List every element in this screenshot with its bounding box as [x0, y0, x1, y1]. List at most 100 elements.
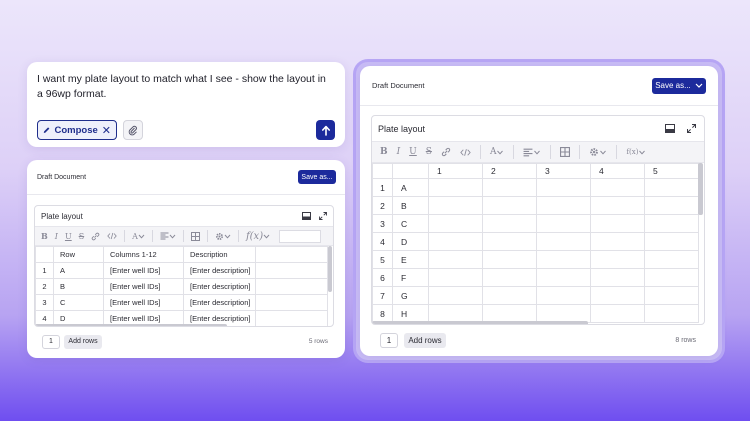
table-cell[interactable]: C [53, 294, 104, 311]
column-header[interactable]: Description [183, 246, 256, 263]
well-cell[interactable] [644, 196, 699, 215]
column-header[interactable]: Columns 1-12 [103, 246, 184, 263]
code-icon[interactable] [107, 232, 117, 240]
column-header[interactable]: 4 [590, 163, 645, 179]
table-cell[interactable]: [Enter well IDs] [103, 294, 184, 311]
well-cell[interactable] [644, 232, 699, 251]
expand-icon[interactable] [319, 212, 327, 220]
well-cell[interactable] [536, 268, 591, 287]
table-icon[interactable] [190, 231, 200, 241]
empty-cell[interactable] [255, 262, 328, 279]
page-number-input[interactable]: 1 [380, 332, 398, 348]
well-cell[interactable] [482, 232, 537, 251]
well-cell[interactable] [428, 286, 483, 305]
horizontal-scrollbar[interactable] [372, 321, 588, 324]
compose-chip[interactable]: Compose ✕ [37, 120, 117, 140]
well-cell[interactable] [644, 214, 699, 233]
align-dropdown[interactable] [160, 232, 176, 240]
row-label-cell[interactable]: F [392, 268, 429, 287]
table-cell[interactable]: [Enter description] [183, 278, 256, 295]
vertical-scrollbar[interactable] [328, 246, 332, 292]
row-label-cell[interactable]: A [392, 178, 429, 197]
page-number-input[interactable]: 1 [42, 334, 60, 349]
formula-input[interactable] [279, 229, 322, 243]
vertical-scrollbar[interactable] [698, 163, 703, 215]
link-icon[interactable] [441, 147, 451, 157]
row-label-cell[interactable]: E [392, 250, 429, 269]
italic-button[interactable]: I [397, 147, 401, 157]
row-label-cell[interactable]: B [392, 196, 429, 215]
well-cell[interactable] [428, 214, 483, 233]
table-cell[interactable]: A [53, 262, 104, 279]
well-cell[interactable] [536, 178, 591, 197]
italic-button[interactable]: I [55, 232, 58, 241]
empty-cell[interactable] [255, 294, 328, 311]
row-label-cell[interactable]: G [392, 286, 429, 305]
well-cell[interactable] [428, 196, 483, 215]
strikethrough-button[interactable]: S [79, 232, 84, 241]
well-cell[interactable] [590, 250, 645, 269]
column-header[interactable]: 5 [644, 163, 699, 179]
column-header[interactable] [392, 163, 429, 179]
horizontal-scrollbar[interactable] [35, 324, 227, 326]
well-cell[interactable] [536, 214, 591, 233]
well-cell[interactable] [482, 268, 537, 287]
well-cell[interactable] [482, 196, 537, 215]
table-cell[interactable]: [Enter well IDs] [103, 278, 184, 295]
well-cell[interactable] [590, 232, 645, 251]
well-cell[interactable] [644, 250, 699, 269]
column-header[interactable]: 1 [428, 163, 483, 179]
well-cell[interactable] [590, 286, 645, 305]
add-rows-button[interactable]: Add rows [64, 334, 102, 349]
well-cell[interactable] [428, 268, 483, 287]
bold-button[interactable]: B [380, 147, 388, 157]
settings-dropdown[interactable] [215, 232, 231, 241]
column-header[interactable]: Row [53, 246, 104, 263]
well-cell[interactable] [482, 250, 537, 269]
well-cell[interactable] [536, 250, 591, 269]
link-icon[interactable] [91, 232, 100, 241]
well-cell[interactable] [590, 214, 645, 233]
strikethrough-button[interactable]: S [426, 147, 432, 157]
function-button[interactable]: f(x) [626, 148, 646, 156]
panel-toggle-icon[interactable] [665, 124, 675, 133]
well-cell[interactable] [644, 178, 699, 197]
empty-cell[interactable] [255, 246, 328, 263]
well-cell[interactable] [482, 286, 537, 305]
well-cell[interactable] [644, 268, 699, 287]
well-cell[interactable] [428, 304, 483, 323]
save-as-button[interactable]: Save as... [298, 170, 336, 184]
add-rows-button[interactable]: Add rows [404, 332, 446, 348]
underline-button[interactable]: U [409, 147, 417, 157]
table-cell[interactable]: [Enter well IDs] [103, 262, 184, 279]
well-cell[interactable] [482, 214, 537, 233]
prompt-text[interactable]: I want my plate layout to match what I s… [37, 72, 327, 102]
panel-toggle-icon[interactable] [302, 212, 311, 220]
text-color-dropdown[interactable]: A [132, 232, 145, 241]
column-header[interactable]: 2 [482, 163, 537, 179]
well-cell[interactable] [536, 286, 591, 305]
empty-cell[interactable] [255, 278, 328, 295]
well-cell[interactable] [644, 286, 699, 305]
save-as-button[interactable]: Save as... [652, 77, 706, 94]
well-cell[interactable] [536, 232, 591, 251]
text-color-dropdown[interactable]: A [490, 147, 505, 157]
well-cell[interactable] [644, 304, 699, 323]
code-icon[interactable] [460, 148, 471, 157]
well-cell[interactable] [482, 178, 537, 197]
well-cell[interactable] [428, 232, 483, 251]
expand-icon[interactable] [687, 124, 696, 133]
function-button[interactable]: f(x) [246, 231, 270, 242]
column-header[interactable]: 3 [536, 163, 591, 179]
bold-button[interactable]: B [41, 231, 48, 241]
well-cell[interactable] [482, 304, 537, 323]
well-cell[interactable] [428, 178, 483, 197]
close-icon[interactable]: ✕ [102, 124, 111, 137]
settings-dropdown[interactable] [589, 147, 607, 157]
well-cell[interactable] [536, 304, 591, 323]
send-button[interactable] [316, 120, 335, 140]
well-cell[interactable] [590, 196, 645, 215]
row-label-cell[interactable]: D [392, 232, 429, 251]
table-cell[interactable]: [Enter description] [183, 262, 256, 279]
attach-button[interactable] [123, 120, 143, 140]
